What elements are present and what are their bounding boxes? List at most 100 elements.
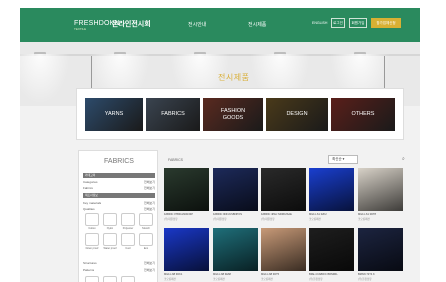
product-card[interactable]: MG11-N8 3DK1 코오롱패션 bbox=[164, 228, 209, 281]
product-company: 코오롱패션 bbox=[309, 218, 321, 221]
nav-products[interactable]: 전시제품 bbox=[248, 21, 266, 28]
sort-select[interactable]: 최신순 ▾ bbox=[328, 155, 358, 164]
cotton-icon[interactable] bbox=[85, 213, 99, 226]
product-card[interactable]: MG11-S1 32K2 코오롱패션 bbox=[309, 168, 354, 221]
product-company: 코오롱패션 bbox=[261, 278, 273, 281]
product-card[interactable]: FABRIC 0TBR-M10RJ4P (주)대원섬유 bbox=[164, 168, 209, 221]
filter-value[interactable]: 전체보기 bbox=[144, 186, 155, 190]
page-frame: FRESHDOKN TEXTILE 온라인전시회 전시안내 전시제품 ENGLI… bbox=[20, 8, 420, 282]
product-company: 코오롱패션 bbox=[358, 218, 370, 221]
category-label: FABRICS bbox=[161, 111, 185, 118]
filter-value[interactable]: 전체보기 bbox=[144, 261, 155, 265]
extra-filter-icon[interactable] bbox=[103, 276, 117, 282]
product-company: 코오롱패션 bbox=[213, 278, 225, 281]
product-name: MG11-S1 3DT8 bbox=[358, 213, 376, 216]
product-card[interactable]: FABRIC 9NFJUSBNPOS (주)대원섬유 bbox=[213, 168, 258, 221]
product-swatch-image[interactable] bbox=[261, 168, 306, 211]
hanging-wire bbox=[91, 56, 92, 92]
category-others[interactable]: OTHERS bbox=[331, 98, 395, 131]
category-label: YARNS bbox=[104, 111, 124, 118]
exhibitor-apply-button[interactable]: 참가업체신청 bbox=[371, 18, 401, 28]
sidebar-title: FABRICS bbox=[104, 158, 134, 165]
login-button[interactable]: 로그인 bbox=[331, 18, 345, 28]
product-swatch-image[interactable] bbox=[309, 228, 354, 271]
icon-label: Stretch bbox=[142, 227, 150, 230]
nav-exhibition-info[interactable]: 전시안내 bbox=[188, 21, 206, 28]
icon-label: Eco bbox=[143, 247, 149, 250]
filter-row[interactable]: Structures 전체보기 bbox=[83, 261, 155, 265]
site-header: FRESHDOKN TEXTILE 온라인전시회 전시안내 전시제품 ENGLI… bbox=[20, 8, 420, 42]
product-company: 코오롱패션 bbox=[164, 278, 176, 281]
filter-row[interactable]: Patterns 전체보기 bbox=[83, 268, 155, 272]
product-card[interactable]: BMNN 72T4 K (주)한창섬유 bbox=[358, 228, 403, 281]
product-swatch-image[interactable] bbox=[213, 168, 258, 211]
product-name: FABRIC 9NFJUSBNPOS bbox=[213, 213, 242, 216]
product-name: MG11-N8 3DK1 bbox=[164, 273, 183, 276]
product-swatch-image[interactable] bbox=[213, 228, 258, 271]
filter-row[interactable]: Fabrics 전체보기 bbox=[83, 186, 155, 190]
product-card[interactable]: FABRIC 4PEJ NDRF2SAE (주)대원섬유 bbox=[261, 168, 306, 221]
icon-label: Cool bbox=[125, 247, 131, 250]
language-link[interactable]: ENGLISH bbox=[312, 21, 327, 25]
category-yarns[interactable]: YARNS bbox=[85, 98, 143, 131]
filter-row[interactable]: Key materials 전체보기 bbox=[83, 201, 155, 205]
filter-row[interactable]: Categories 전체보기 bbox=[83, 180, 155, 184]
product-company: (주)대원섬유 bbox=[261, 218, 275, 221]
icon-label: Polyester bbox=[122, 227, 134, 230]
light-glow bbox=[20, 54, 70, 104]
product-card[interactable]: BRE-4 FABRIC BRN9RL (주)한창섬유 bbox=[309, 228, 354, 281]
product-company: (주)대원섬유 bbox=[213, 218, 227, 221]
product-name: FABRIC 0TBR-M10RJ4P bbox=[164, 213, 193, 216]
product-swatch-image[interactable] bbox=[164, 228, 209, 271]
extra-filter-icon[interactable] bbox=[85, 276, 99, 282]
icon-label: Nylon bbox=[106, 227, 114, 230]
stretch-icon[interactable] bbox=[139, 213, 153, 226]
product-name: MG11-N8 3E68 bbox=[213, 273, 231, 276]
sidebar-section-header: 카테고리 bbox=[83, 173, 155, 178]
extra-filter-icon[interactable] bbox=[121, 276, 135, 282]
product-card[interactable]: MG11-N8 3E68 코오롱패션 bbox=[213, 228, 258, 281]
product-card[interactable]: MG11-S1 3DT8 코오롱패션 bbox=[358, 168, 403, 221]
filter-value[interactable]: 전체보기 bbox=[144, 268, 155, 272]
filter-value[interactable]: 전체보기 bbox=[144, 207, 155, 211]
eco-icon[interactable] bbox=[139, 233, 153, 246]
product-name: MG11-N8 3DT5 bbox=[261, 273, 280, 276]
product-name: FABRIC 4PEJ NDRF2SAE bbox=[261, 213, 292, 216]
sidebar-section-header: 제조사정보 bbox=[83, 193, 155, 198]
icon-label: Down proof bbox=[85, 247, 99, 250]
sort-value: 최신순 bbox=[332, 157, 342, 161]
filter-label: Categories bbox=[83, 180, 98, 184]
breadcrumb: FABRICS bbox=[168, 158, 183, 162]
icon-label: Cotton bbox=[88, 227, 96, 230]
product-swatch-image[interactable] bbox=[261, 228, 306, 271]
signup-button[interactable]: 회원가입 bbox=[349, 18, 367, 28]
category-label: FASHION GOODS bbox=[220, 108, 246, 121]
waterproof-icon[interactable] bbox=[103, 233, 117, 246]
filter-row[interactable]: Qualities 전체보기 bbox=[83, 207, 155, 211]
filter-label: Fabrics bbox=[83, 186, 93, 190]
filter-value[interactable]: 전체보기 bbox=[144, 180, 155, 184]
filter-value[interactable]: 전체보기 bbox=[144, 201, 155, 205]
nylon-icon[interactable] bbox=[103, 213, 117, 226]
product-name: MG11-S1 32K2 bbox=[309, 213, 327, 216]
product-swatch-image[interactable] bbox=[164, 168, 209, 211]
category-fabrics[interactable]: FABRICS bbox=[146, 98, 200, 131]
category-label: DESIGN bbox=[286, 111, 308, 118]
downproof-icon[interactable] bbox=[85, 233, 99, 246]
polyester-icon[interactable] bbox=[121, 213, 135, 226]
filter-label: Structures bbox=[83, 261, 97, 265]
product-company: (주)한창섬유 bbox=[358, 278, 372, 281]
filter-label: Patterns bbox=[83, 268, 95, 272]
search-icon[interactable]: ⌕ bbox=[402, 156, 405, 162]
cool-icon[interactable] bbox=[121, 233, 135, 246]
product-swatch-image[interactable] bbox=[358, 228, 403, 271]
product-swatch-image[interactable] bbox=[358, 168, 403, 211]
category-label: OTHERS bbox=[351, 111, 375, 118]
category-design[interactable]: DESIGN bbox=[266, 98, 328, 131]
site-title[interactable]: 온라인전시회 bbox=[112, 19, 151, 29]
gallery-title: 전시제품 bbox=[218, 73, 250, 82]
product-card[interactable]: MG11-N8 3DT5 코오롱패션 bbox=[261, 228, 306, 281]
page-margin bbox=[420, 0, 446, 282]
category-fashion-goods[interactable]: FASHION GOODS bbox=[203, 98, 263, 131]
product-swatch-image[interactable] bbox=[309, 168, 354, 211]
